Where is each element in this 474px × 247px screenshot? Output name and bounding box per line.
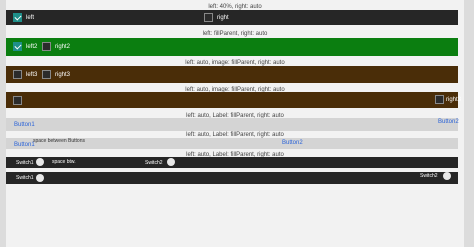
switch1-toggle-row8[interactable] (36, 174, 44, 182)
row2: left2 right2 (6, 38, 458, 56)
left3-checkbox[interactable] (13, 70, 22, 79)
switch2-label-row8: Switch2 (420, 173, 438, 179)
left2-checkbox[interactable] (13, 42, 22, 51)
button1[interactable]: Button1 (14, 121, 35, 129)
app-screen: left: 40%, right: auto left right left: … (6, 0, 464, 247)
right2-checkbox-label: right2 (55, 44, 71, 50)
switch2-toggle-row8[interactable] (443, 172, 451, 180)
left-checkbox-label: left (26, 15, 35, 21)
button2-row6[interactable]: Button2 (282, 139, 303, 147)
left2-checkbox-label: left2 (26, 44, 38, 50)
switch2-label: Switch2 (145, 160, 163, 166)
row2-caption: left: fillParent, right: auto (202, 31, 268, 37)
row4: right3 (6, 92, 462, 108)
row1: left right (6, 10, 458, 25)
right2-checkbox[interactable] (42, 42, 51, 51)
row6: Button1 space between Buttons Button2 (6, 138, 458, 149)
row8: Switch1 Switch2 (6, 172, 458, 184)
switch2-toggle[interactable] (167, 158, 175, 166)
right-checkbox-label: right (217, 15, 229, 21)
left4-checkbox[interactable] (13, 96, 22, 105)
button1-row6[interactable]: Button1 (14, 141, 35, 149)
left-checkbox[interactable] (13, 13, 22, 22)
left3-checkbox-label: left3 (26, 72, 38, 78)
row3: left3 right3 (6, 66, 458, 83)
right3-checkbox-label: right3 (55, 72, 71, 78)
space-between-label: space between Buttons (33, 138, 85, 144)
switch1-label: Switch1 (16, 160, 34, 166)
row7: Switch1 space btw. Switch2 (6, 157, 458, 168)
right4-checkbox[interactable] (435, 95, 444, 104)
right4-checkbox-label: right3 (446, 97, 462, 103)
button2[interactable]: Button2 (438, 118, 459, 126)
right3-checkbox[interactable] (42, 70, 51, 79)
row5: Button1 Button2 (6, 118, 459, 131)
right-checkbox[interactable] (204, 13, 213, 22)
switch1-toggle[interactable] (36, 158, 44, 166)
space-btw-label: space btw. (52, 159, 76, 165)
switch1-label-row8: Switch1 (16, 175, 34, 181)
